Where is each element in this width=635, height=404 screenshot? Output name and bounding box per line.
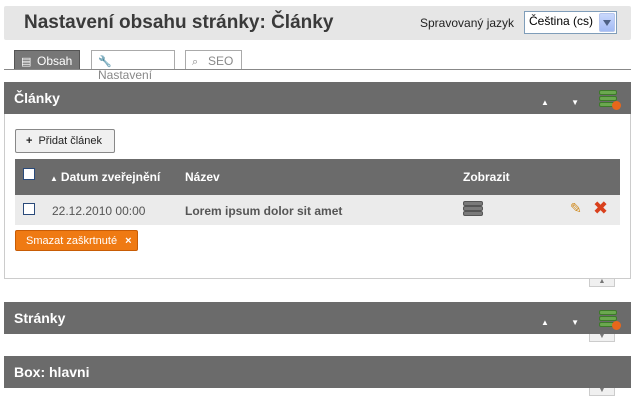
row-title[interactable]: Lorem ipsum dolor sit amet <box>185 204 342 218</box>
column-name[interactable]: Název <box>185 170 220 184</box>
panel-title-articles: Články <box>14 90 60 106</box>
page-title: Nastavení obsahu stránky: Články <box>24 12 334 33</box>
collapse-articles-handle[interactable]: ▲ <box>589 278 615 287</box>
language-select-value: Čeština (cs) <box>529 14 594 28</box>
tab-seo[interactable]: ⌕ SEO <box>185 50 242 70</box>
delete-checked-label: Smazat zaškrtnuté <box>26 235 118 247</box>
tab-nastaveni[interactable]: 🔧Nastavení <box>91 50 175 82</box>
column-show: Zobrazit <box>463 170 510 184</box>
plus-icon: + <box>26 135 33 147</box>
tabs-divider <box>4 69 631 70</box>
add-article-button[interactable]: + Přidat článek <box>15 129 115 153</box>
visibility-icon[interactable] <box>463 201 483 217</box>
tab-obsah-label: Obsah <box>37 54 73 68</box>
tab-seo-label: SEO <box>208 54 234 68</box>
column-date-label: Datum zveřejnění <box>60 170 161 184</box>
column-date[interactable]: ▲ Datum zveřejnění <box>50 170 160 184</box>
panel-title-box: Box: hlavni <box>14 364 90 380</box>
document-icon: ▤ <box>21 56 32 68</box>
delete-checked-button[interactable]: Smazat zaškrtnuté × <box>15 230 138 251</box>
magnifier-icon: ⌕ <box>192 56 199 68</box>
tab-nastaveni-label: Nastavení <box>98 68 153 82</box>
add-content-icon[interactable] <box>599 90 621 110</box>
panel-header-articles: Články ▲ ▼ <box>4 82 631 114</box>
panel-header-box: Box: hlavni <box>4 356 631 388</box>
table-row: 22.12.2010 00:00 Lorem ipsum dolor sit a… <box>15 195 620 225</box>
move-arrows-icon[interactable]: ▲ ▼ <box>541 98 589 107</box>
sort-asc-icon: ▲ <box>50 174 58 183</box>
edit-icon[interactable]: ✎ <box>570 200 582 217</box>
wrench-icon: 🔧 <box>98 56 112 68</box>
chevron-down-icon[interactable] <box>599 13 615 32</box>
delete-icon[interactable]: ✖ <box>593 198 608 219</box>
panel-title-pages: Stránky <box>14 310 66 326</box>
close-icon: × <box>125 235 132 247</box>
select-all-checkbox[interactable] <box>23 168 35 180</box>
panel-header-pages: Stránky ▲ ▼ <box>4 302 631 334</box>
panel-body-articles: + Přidat článek ▲ Datum zveřejnění Název Z… <box>4 114 631 279</box>
articles-table-header: ▲ Datum zveřejnění Název Zobrazit <box>15 159 620 195</box>
expand-pages-handle[interactable]: ▼ <box>589 333 615 342</box>
language-select[interactable]: Čeština (cs) <box>524 11 617 34</box>
row-checkbox[interactable] <box>23 203 35 215</box>
move-arrows-icon[interactable]: ▲ ▼ <box>541 318 589 327</box>
add-article-label: Přidat článek <box>38 135 103 147</box>
language-label: Spravovaný jazyk <box>420 16 515 30</box>
page-header: Nastavení obsahu stránky: Články Spravov… <box>4 6 631 40</box>
expand-box-handle[interactable]: ▼ <box>589 387 615 396</box>
row-date: 22.12.2010 00:00 <box>52 204 146 218</box>
add-content-icon[interactable] <box>599 310 621 330</box>
tab-obsah[interactable]: ▤ Obsah <box>14 50 80 70</box>
